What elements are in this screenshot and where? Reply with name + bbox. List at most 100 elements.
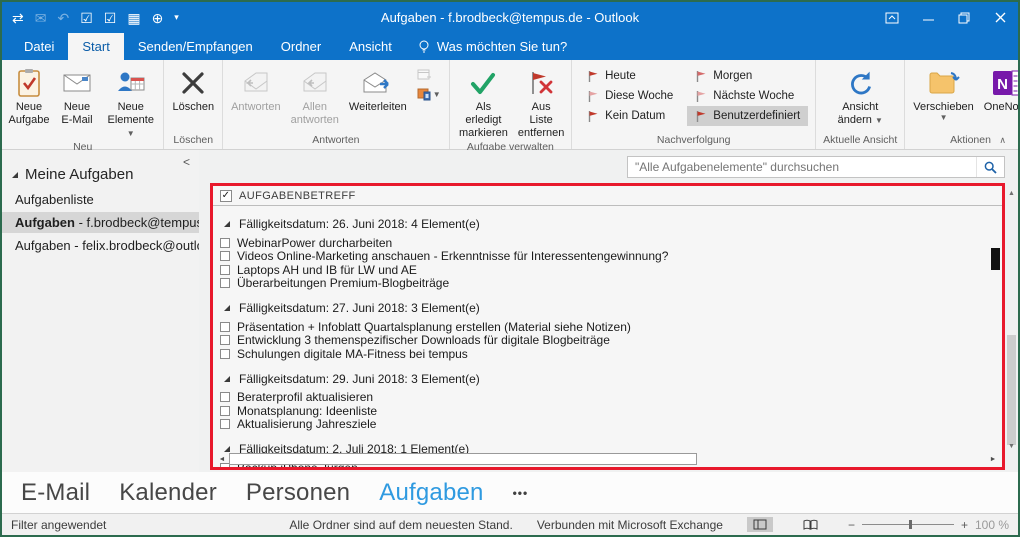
zoom-in-icon[interactable]: + [961, 518, 968, 532]
task-row[interactable]: Laptops AH und IB für LW und AE [220, 263, 1002, 277]
flag-icon [695, 70, 707, 83]
flag-next-week[interactable]: Nächste Woche [687, 86, 808, 106]
forward-button[interactable]: Weiterleiten [344, 62, 412, 114]
task-checkbox[interactable] [220, 265, 230, 275]
flag-today[interactable]: Heute [579, 66, 681, 86]
task-checkbox[interactable] [220, 278, 230, 288]
onenote-icon: N [991, 65, 1020, 101]
zoom-slider[interactable] [862, 520, 954, 529]
table-icon[interactable]: ▦ [127, 11, 140, 25]
svg-text:N: N [997, 76, 1008, 93]
im-reply-button[interactable]: ▼ [417, 88, 441, 101]
meeting-reply-button[interactable] [417, 69, 441, 81]
task-checkbox[interactable] [220, 419, 230, 429]
task-check-icon[interactable]: ☑ [80, 11, 93, 25]
task-row[interactable]: Entwicklung 3 themenspezifischer Downloa… [220, 334, 1002, 348]
new-items-button[interactable]: Neue Elemente ▼ [101, 62, 160, 140]
zoom-out-icon[interactable]: − [848, 518, 855, 532]
task-group-header[interactable]: Fälligkeitsdatum: 27. Juni 2018: 3 Eleme… [224, 301, 1002, 315]
ribbon-display-options-button[interactable] [874, 2, 910, 33]
reply-all-button[interactable]: Allen antworten [286, 62, 344, 127]
nav-aufgaben[interactable]: Aufgaben [379, 479, 483, 507]
task-checkbox[interactable] [220, 349, 230, 359]
task-row[interactable]: Schulungen digitale MA-Fitness bei tempu… [220, 347, 1002, 361]
scroll-down-icon[interactable]: ▼ [1005, 440, 1018, 453]
zoom-level[interactable]: 100 % [975, 518, 1009, 532]
inner-scrollbar-thumb[interactable] [991, 248, 1000, 270]
move-folder-icon [927, 65, 961, 101]
task-checkbox[interactable] [220, 392, 230, 402]
tab-start[interactable]: Start [68, 33, 123, 60]
flag-tomorrow[interactable]: Morgen [687, 66, 808, 86]
flag-custom[interactable]: Benutzerdefiniert [687, 106, 808, 126]
task-row[interactable]: Aktualisierung Jahresziele [220, 418, 1002, 432]
folder-item-aufgabenliste[interactable]: Aufgabenliste [2, 189, 199, 210]
horizontal-scrollbar-thumb[interactable] [229, 453, 697, 465]
reading-view-button[interactable] [797, 517, 824, 532]
task-row[interactable]: Beraterprofil aktualisieren [220, 391, 1002, 405]
tab-datei[interactable]: Datei [10, 33, 68, 60]
new-email-button[interactable]: Neue E-Mail [53, 62, 101, 127]
normal-view-button[interactable] [747, 517, 773, 532]
new-task-button[interactable]: Neue Aufgabe [5, 62, 53, 127]
folder-item-aufgaben-outlook[interactable]: Aufgaben - felix.brodbeck@outlo... [2, 235, 199, 256]
restore-button[interactable] [946, 2, 982, 33]
search-box[interactable] [627, 156, 1005, 178]
task-checkbox[interactable] [220, 251, 230, 261]
remove-from-list-button[interactable]: Aus Liste entfernen [514, 62, 568, 140]
task-row[interactable]: Monatsplanung: Ideenliste [220, 404, 1002, 418]
flag-this-week[interactable]: Diese Woche [579, 86, 681, 106]
change-view-button[interactable]: Ansicht ändern ▼ [833, 62, 888, 127]
minimize-button[interactable] [910, 2, 946, 33]
task-group-header[interactable]: Fälligkeitsdatum: 26. Juni 2018: 4 Eleme… [224, 217, 1002, 231]
select-all-checkbox[interactable]: ✓ [220, 190, 232, 202]
task-list-column-header[interactable]: ✓ AUFGABENBETREFF [213, 186, 1002, 206]
search-input[interactable] [628, 160, 976, 174]
tab-ordner[interactable]: Ordner [267, 33, 335, 60]
task-row[interactable]: Überarbeitungen Premium-Blogbeiträge [220, 277, 1002, 291]
task-group-header[interactable]: Fälligkeitsdatum: 29. Juni 2018: 3 Eleme… [224, 372, 1002, 386]
send-receive-icon[interactable]: ⇄ [12, 11, 24, 25]
flag-no-date[interactable]: Kein Datum [579, 106, 681, 126]
nav-kalender[interactable]: Kalender [119, 479, 217, 507]
flag-icon [587, 110, 599, 123]
task-checkbox[interactable] [220, 322, 230, 332]
ribbon-group-aktuelle-ansicht: Ansicht ändern ▼ Aktuelle Ansicht [816, 60, 905, 149]
ribbon-group-label: Löschen [167, 133, 219, 149]
dropdown-arrow-icon: ▼ [127, 129, 135, 138]
collapse-ribbon-icon[interactable]: ∧ [999, 135, 1006, 146]
tab-senden-empfangen[interactable]: Senden/Empfangen [124, 33, 267, 60]
scroll-up-icon[interactable]: ▲ [1005, 187, 1018, 200]
scroll-left-icon[interactable]: ◄ [215, 453, 229, 466]
nav-email[interactable]: E-Mail [21, 479, 90, 507]
task-checkbox[interactable] [220, 406, 230, 416]
tell-me-box[interactable]: Was möchten Sie tun? [406, 33, 579, 60]
folder-pane-header[interactable]: Meine Aufgaben [12, 166, 199, 183]
undo-icon[interactable]: ↶ [57, 11, 69, 25]
nav-personen[interactable]: Personen [246, 479, 350, 507]
reply-button[interactable]: Antworten [226, 62, 286, 114]
customize-quick-access-icon[interactable]: ▾ [174, 13, 179, 22]
task-checkbox[interactable] [220, 335, 230, 345]
web-app-icon[interactable]: ⊕ [152, 11, 164, 25]
zoom-slider-thumb[interactable] [909, 520, 912, 529]
close-button[interactable] [982, 2, 1018, 33]
search-icon[interactable] [976, 157, 1004, 177]
task-check-icon[interactable]: ☑ [104, 11, 117, 25]
tab-ansicht[interactable]: Ansicht [335, 33, 406, 60]
folder-item-aufgaben-tempus[interactable]: Aufgaben - f.brodbeck@tempus.de [2, 212, 199, 233]
dropdown-arrow-icon: ▼ [433, 91, 441, 99]
mark-complete-button[interactable]: Als erledigt markieren [453, 62, 514, 140]
scroll-right-icon[interactable]: ► [986, 453, 1000, 466]
task-row[interactable]: Präsentation + Infoblatt Quartalsplanung… [220, 320, 1002, 334]
vertical-scrollbar-thumb[interactable] [1007, 335, 1016, 445]
onenote-button[interactable]: N OneNote [979, 62, 1020, 114]
nav-overflow-icon[interactable]: ••• [513, 486, 529, 500]
delete-button[interactable]: Löschen [167, 62, 219, 114]
move-button[interactable]: Verschieben ▼ [908, 62, 979, 122]
task-checkbox[interactable] [220, 238, 230, 248]
mail-icon[interactable]: ✉ [35, 11, 47, 25]
task-row[interactable]: Videos Online-Marketing anschauen - Erke… [220, 250, 1002, 264]
collapse-folder-pane-icon[interactable]: < [183, 155, 190, 169]
task-row[interactable]: WebinarPower durcharbeiten [220, 236, 1002, 250]
